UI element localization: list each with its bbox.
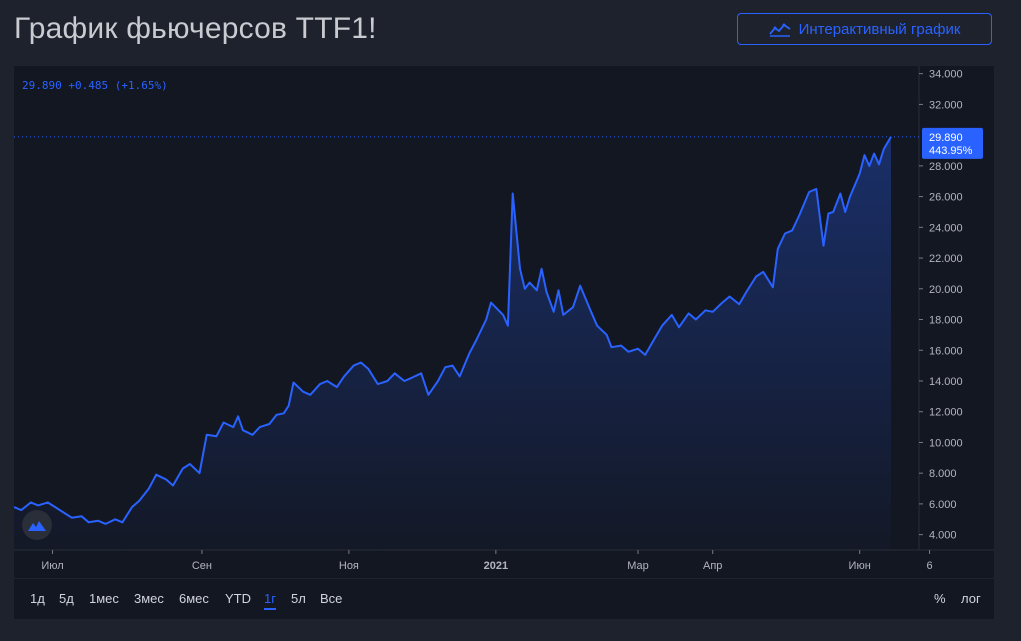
range-button-7[interactable]: 5л: [291, 591, 306, 606]
legend-change: +0.485: [68, 79, 109, 92]
y-tick-label: 6.000: [929, 499, 957, 511]
interactive-chart-button-label: Интерактивный график: [798, 20, 961, 38]
interactive-chart-button[interactable]: Интерактивный график: [737, 13, 992, 45]
range-button-0[interactable]: 1д: [30, 591, 45, 606]
x-tick-label: Мар: [627, 560, 649, 572]
percent-scale-button[interactable]: %: [934, 591, 946, 606]
x-tick-label: Сен: [192, 560, 212, 572]
y-tick-label: 18.000: [929, 315, 963, 327]
range-button-3[interactable]: 3мес: [134, 591, 164, 606]
x-tick-label: Ноя: [339, 560, 359, 572]
y-tick-label: 24.000: [929, 222, 963, 234]
x-tick-label: 6: [926, 560, 932, 572]
cloud-logo-icon: [28, 521, 46, 531]
y-tick-label: 26.000: [929, 192, 963, 204]
last-price-value: 29.890: [929, 132, 963, 144]
y-tick-label: 8.000: [929, 468, 957, 480]
price-legend: 29.890 +0.485 (+1.65%): [22, 79, 168, 92]
chart-area[interactable]: 4.000 6.000 8.000 10.000 12.000 14.000 16.000 1…: [14, 66, 994, 578]
legend-change-pct: (+1.65%): [114, 79, 168, 92]
y-tick-label: 10.000: [929, 437, 963, 449]
x-tick-label: Июл: [41, 560, 63, 572]
range-button-6[interactable]: 1г: [264, 591, 276, 610]
range-button-2[interactable]: 1мес: [89, 591, 119, 606]
legend-price: 29.890: [22, 79, 62, 92]
chart-line-icon: [768, 23, 791, 37]
range-button-4[interactable]: 6мес: [179, 591, 209, 606]
range-toolbar: 1д 5д 1мес 3мес 6мес YTD 1г 5л Все% лог: [14, 579, 994, 619]
range-button-5[interactable]: YTD: [225, 591, 251, 606]
x-tick-label: Июн: [849, 560, 871, 572]
x-tick-label: Апр: [703, 560, 722, 572]
range-button-8[interactable]: Все: [320, 591, 342, 606]
y-tick-label: 34.000: [929, 69, 963, 81]
y-tick-label: 16.000: [929, 345, 963, 357]
last-price-percent: 443.95%: [929, 145, 973, 157]
page-title: График фьючерсов TTF1!: [14, 12, 377, 45]
tradingview-logo[interactable]: [22, 510, 52, 540]
y-tick-label: 12.000: [929, 407, 963, 419]
y-tick-label: 28.000: [929, 161, 963, 173]
log-scale-button[interactable]: лог: [961, 591, 981, 606]
y-tick-label: 32.000: [929, 99, 963, 111]
series-area: [14, 136, 891, 551]
y-tick-label: 22.000: [929, 253, 963, 265]
y-tick-label: 4.000: [929, 530, 957, 542]
y-tick-label: 20.000: [929, 284, 963, 296]
price-chart[interactable]: 4.000 6.000 8.000 10.000 12.000 14.000 16.000 1…: [14, 66, 994, 578]
x-tick-label: 2021: [484, 560, 508, 572]
y-tick-label: 14.000: [929, 376, 963, 388]
range-button-1[interactable]: 5д: [59, 591, 74, 606]
